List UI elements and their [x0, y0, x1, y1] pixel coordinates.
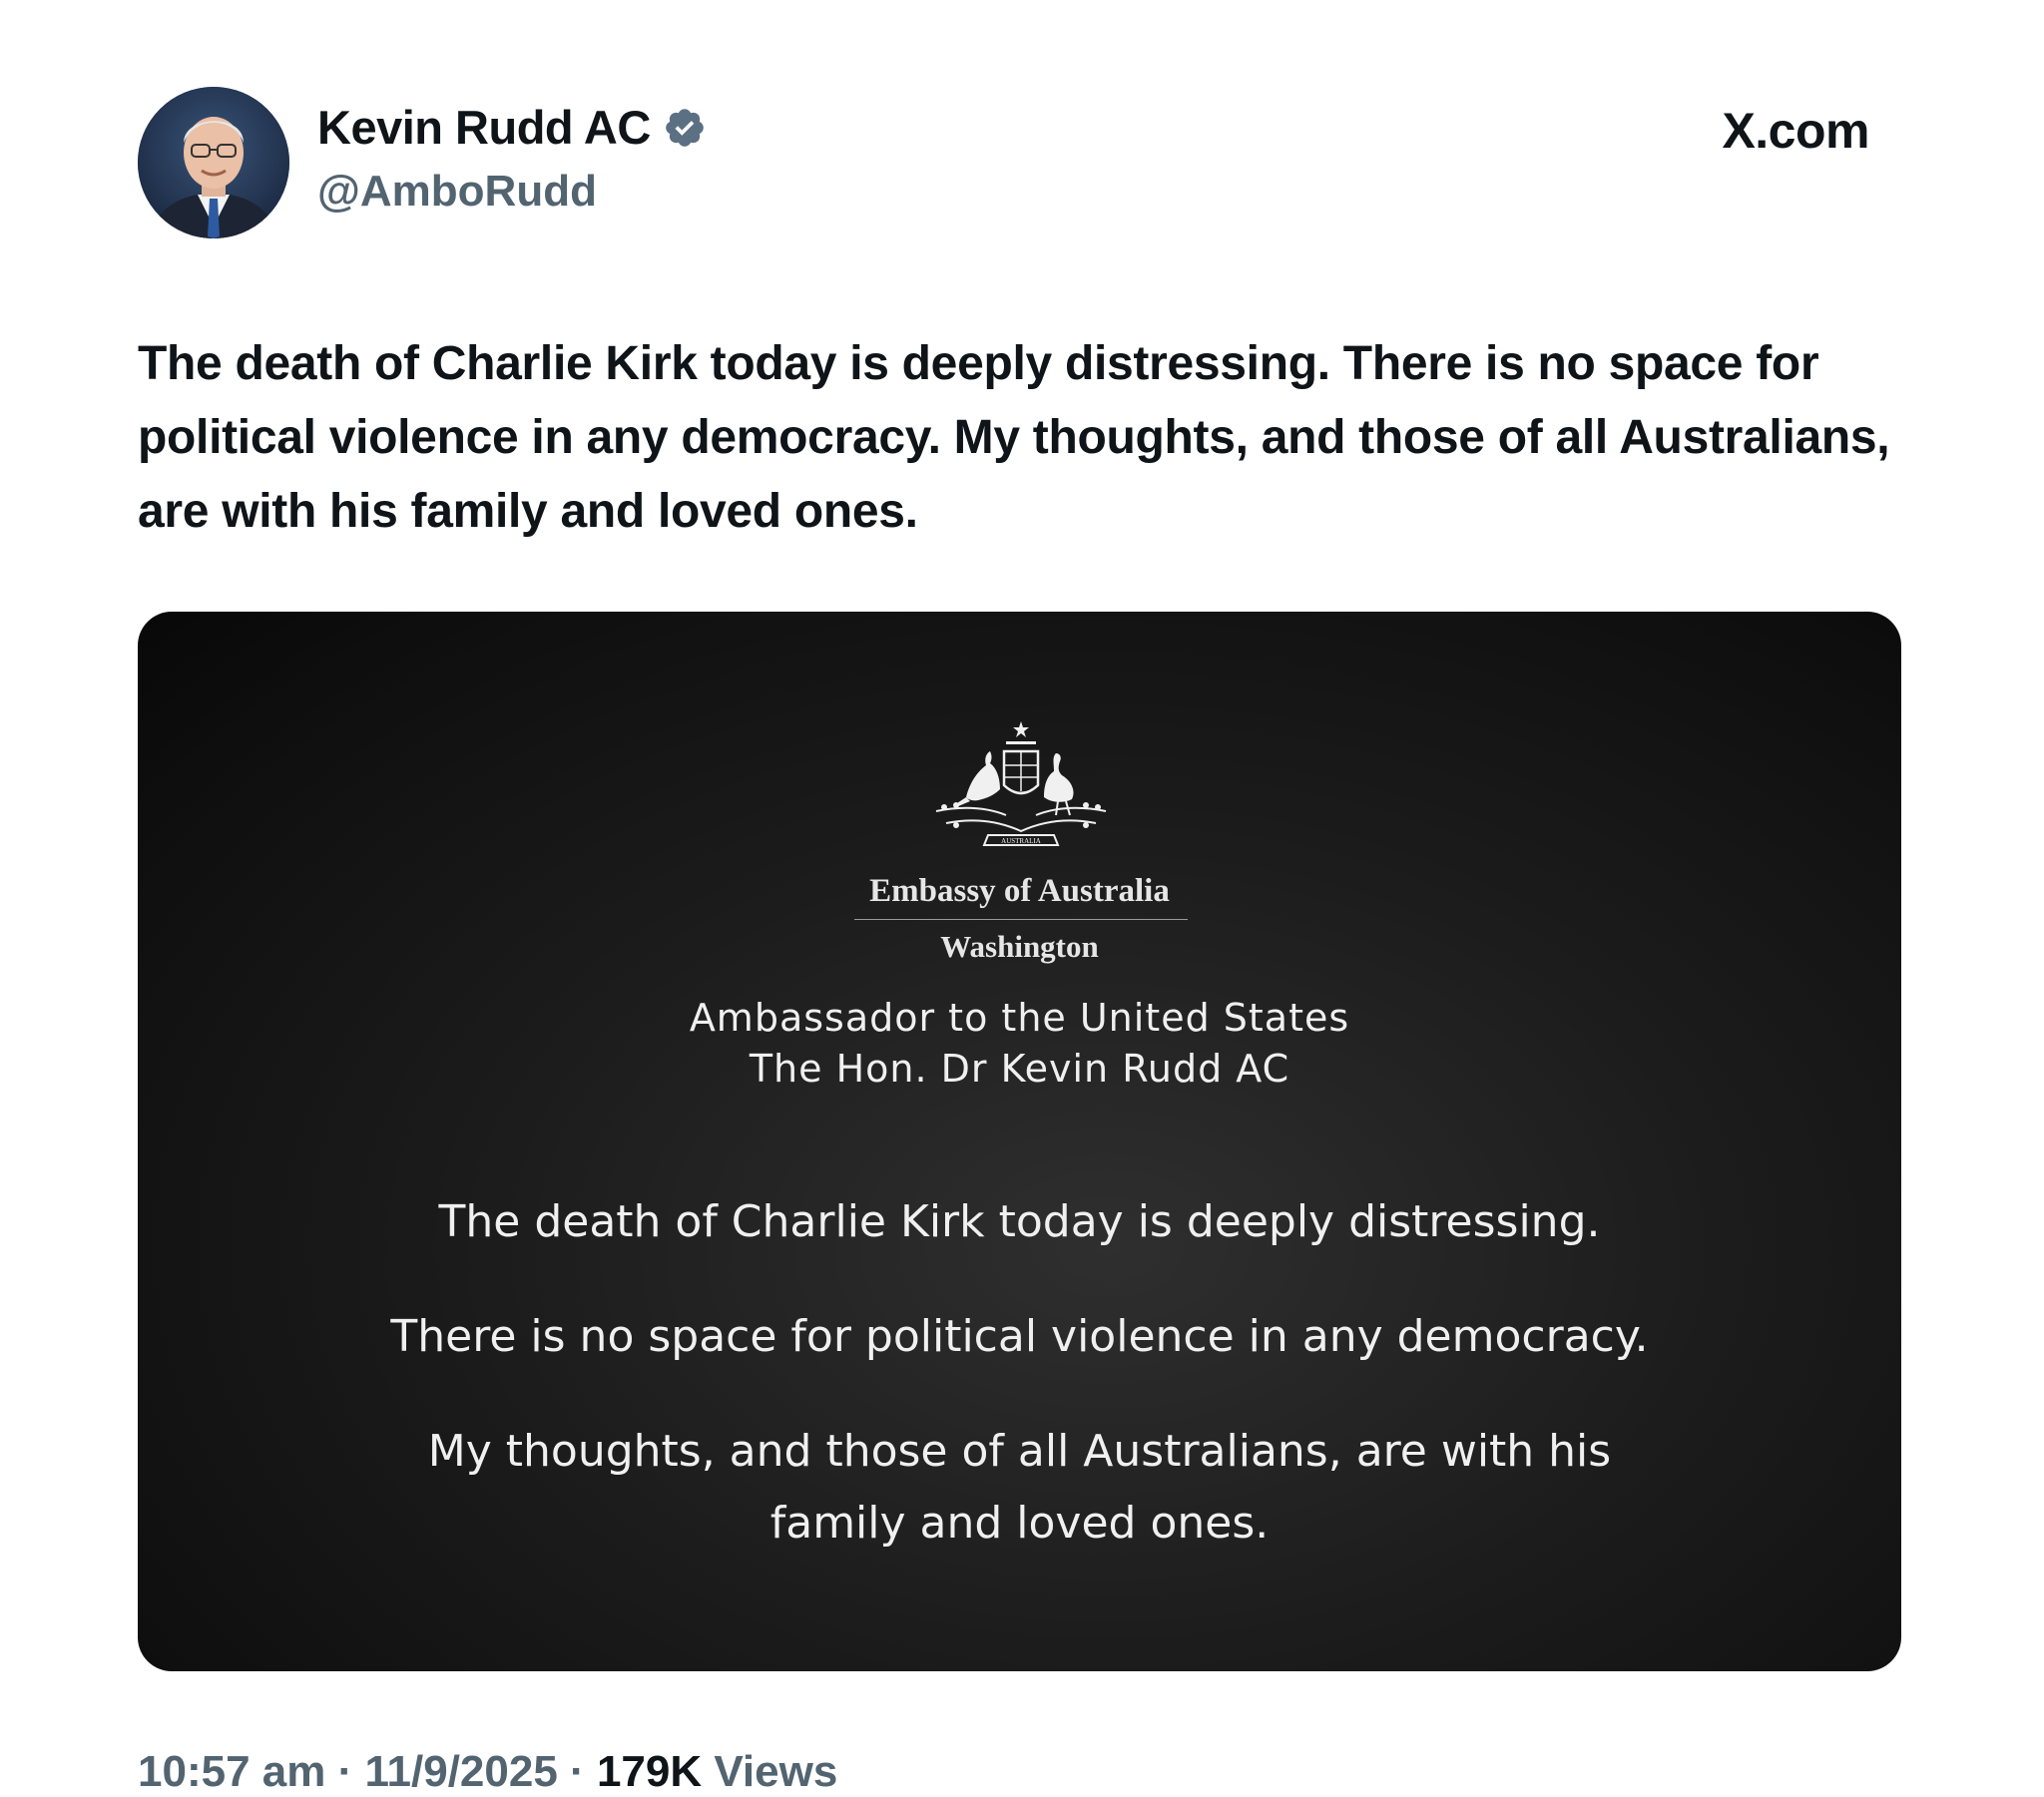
- embassy-city: Washington: [940, 929, 1099, 964]
- tweet-date[interactable]: 11/9/2025: [364, 1747, 557, 1796]
- media-content: AUSTRALIA Embassy of Australia Washingto…: [138, 612, 1901, 1671]
- statement-line: There is no space for political violence…: [390, 1311, 1649, 1362]
- crest-scroll-text: AUSTRALIA: [1001, 837, 1041, 845]
- portrait-avatar-icon: [138, 87, 289, 238]
- ambassador-title: Ambassador to the United States: [689, 996, 1350, 1040]
- tweet-meta: 10:57 am · 11/9/2025 · 179K Views: [138, 1747, 837, 1797]
- embassy-name: Embassy of Australia: [869, 873, 1170, 909]
- ambassador-name: The Hon. Dr Kevin Rudd AC: [749, 1047, 1290, 1091]
- statement-line: My thoughts, and those of all Australian…: [427, 1426, 1612, 1549]
- tweet-media-image[interactable]: AUSTRALIA Embassy of Australia Washingto…: [138, 612, 1901, 1671]
- verified-badge-icon[interactable]: [663, 106, 707, 150]
- statement-line: The death of Charlie Kirk today is deepl…: [438, 1196, 1601, 1247]
- australian-coat-of-arms-icon: AUSTRALIA: [935, 721, 1107, 846]
- views-label: Views: [714, 1747, 838, 1796]
- views-count: 179K: [596, 1747, 703, 1796]
- author-display-name[interactable]: Kevin Rudd AC: [317, 100, 651, 155]
- tweet-text: The death of Charlie Kirk today is deepl…: [138, 337, 1890, 538]
- author-avatar[interactable]: [138, 87, 289, 238]
- tweet-card: Kevin Rudd AC @AmboRudd X.com The death …: [0, 0, 2044, 1796]
- author-handle[interactable]: @AmboRudd: [317, 167, 597, 217]
- author-name-row: Kevin Rudd AC: [317, 100, 707, 155]
- meta-separator: ·: [570, 1747, 585, 1796]
- site-label: X.com: [1722, 103, 1869, 159]
- tweet-time[interactable]: 10:57 am: [138, 1747, 325, 1796]
- meta-separator: ·: [337, 1747, 353, 1796]
- embassy-divider: [854, 919, 1188, 920]
